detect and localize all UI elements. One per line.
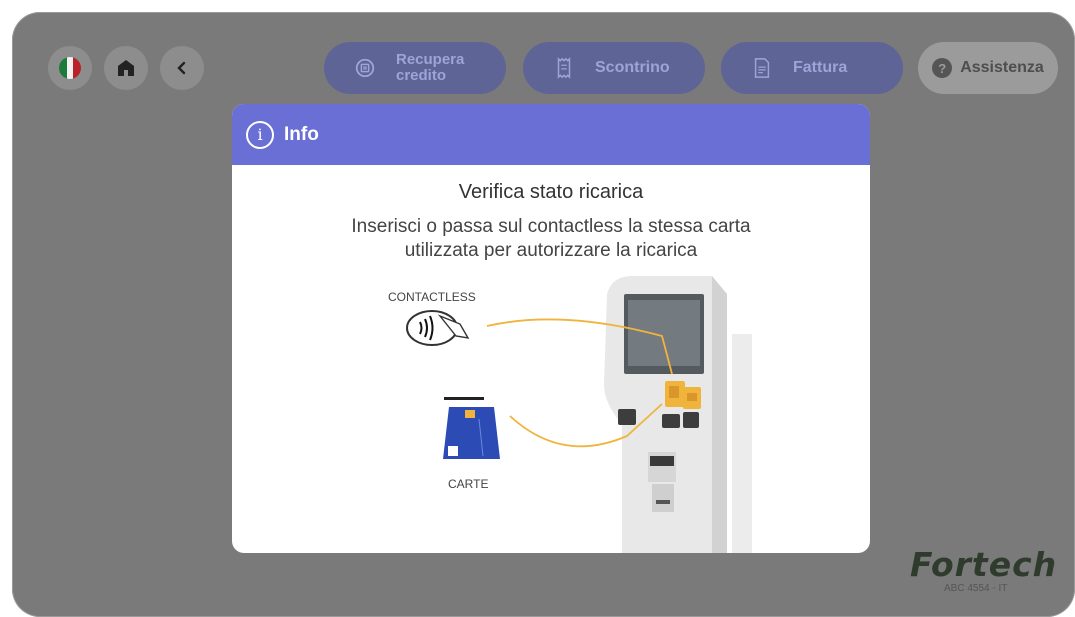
invoice-label: Fattura	[793, 59, 848, 76]
payment-terminal-illustration	[406, 276, 752, 553]
recover-label-line2: credito	[396, 67, 447, 84]
assistance-button[interactable]: ? Assistenza	[918, 42, 1058, 94]
info-dialog: i Info Verifica stato ricarica Inserisci…	[232, 104, 870, 553]
help-icon: ?	[932, 58, 953, 78]
home-button[interactable]	[104, 46, 148, 90]
italy-flag-icon	[59, 57, 81, 79]
kiosk-screen: Recupera credito Scontrino Fattura ? Ass…	[12, 12, 1075, 617]
contactless-icon	[406, 310, 470, 346]
contactless-label: CONTACTLESS	[388, 290, 476, 304]
assistance-label: Assistenza	[960, 59, 1044, 76]
receipt-icon	[557, 57, 571, 79]
language-button[interactable]	[48, 46, 92, 90]
back-button[interactable]	[160, 46, 204, 90]
recover-credit-button[interactable]: Recupera credito	[324, 42, 506, 94]
home-icon	[118, 60, 134, 76]
payment-card-icon	[443, 397, 500, 459]
document-icon	[754, 58, 770, 78]
cards-label: CARTE	[448, 477, 489, 491]
receipt-button[interactable]: Scontrino	[523, 42, 705, 94]
refresh-coin-icon	[355, 58, 375, 78]
invoice-button[interactable]: Fattura	[721, 42, 903, 94]
recover-label-line1: Recupera	[396, 51, 465, 68]
kiosk-illustration	[604, 276, 752, 553]
brand-logo: Fortech	[910, 545, 1058, 584]
receipt-label: Scontrino	[595, 59, 670, 76]
kiosk-code: ABC 4554 - IT	[944, 583, 1008, 594]
chevron-left-icon	[177, 61, 186, 75]
